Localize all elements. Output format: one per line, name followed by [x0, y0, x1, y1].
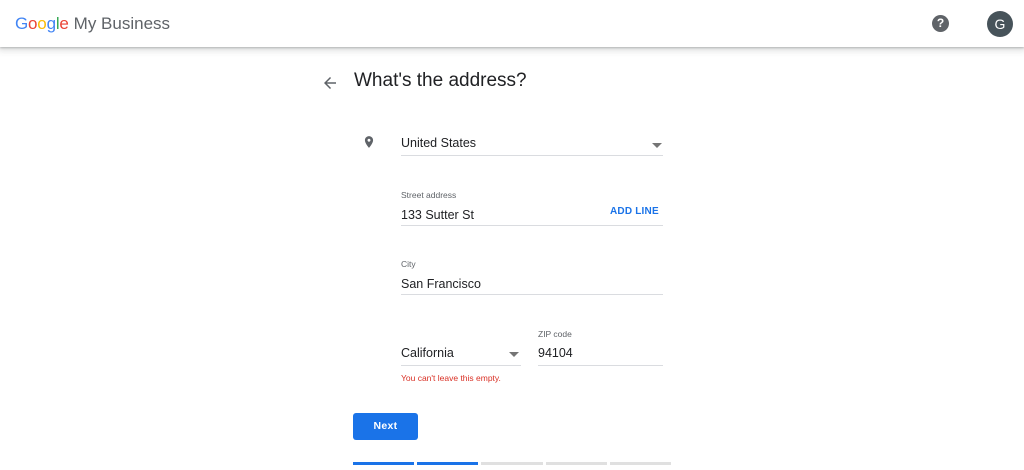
chevron-down-icon	[509, 352, 519, 357]
google-wordmark-letter: o	[28, 14, 38, 33]
step-progress-bar	[353, 462, 672, 465]
next-button[interactable]: Next	[353, 413, 418, 440]
state-select-value: California	[401, 346, 454, 360]
zip-code-value: 94104	[538, 346, 573, 360]
state-error-message: You can't leave this empty.	[401, 373, 501, 383]
google-my-business-logo[interactable]: Google My Business	[15, 12, 170, 36]
zip-code-label: ZIP code	[538, 329, 572, 339]
city-underline	[401, 294, 663, 295]
page-title: What's the address?	[354, 70, 527, 91]
add-line-button[interactable]: ADD LINE	[610, 206, 659, 217]
account-avatar[interactable]: G	[987, 11, 1013, 37]
country-select-value: United States	[401, 136, 477, 150]
street-address-label: Street address	[401, 190, 457, 200]
location-pin-icon	[364, 136, 374, 148]
back-arrow-icon[interactable]	[321, 74, 339, 92]
google-wordmark-letter: o	[37, 14, 47, 33]
help-icon[interactable]: ?	[932, 15, 949, 32]
google-wordmark-letter: g	[46, 14, 56, 33]
zip-code-underline	[538, 365, 663, 366]
google-wordmark-letter: e	[59, 14, 69, 33]
progress-step	[481, 462, 543, 465]
state-select-underline	[401, 365, 521, 366]
google-wordmark: Google	[15, 14, 69, 34]
progress-step	[545, 462, 607, 465]
street-address-value: 133 Sutter St	[401, 208, 474, 222]
progress-step	[417, 462, 479, 465]
product-name: My Business	[73, 14, 171, 33]
street-address-underline	[401, 225, 663, 226]
city-label: City	[401, 259, 416, 269]
top-app-bar: Google My Business ? G	[0, 0, 1024, 47]
google-wordmark-letter: G	[15, 14, 29, 33]
progress-step	[353, 462, 415, 465]
city-value: San Francisco	[401, 277, 481, 291]
country-select-underline	[401, 155, 663, 156]
progress-step	[609, 462, 672, 465]
chevron-down-icon	[652, 143, 662, 148]
